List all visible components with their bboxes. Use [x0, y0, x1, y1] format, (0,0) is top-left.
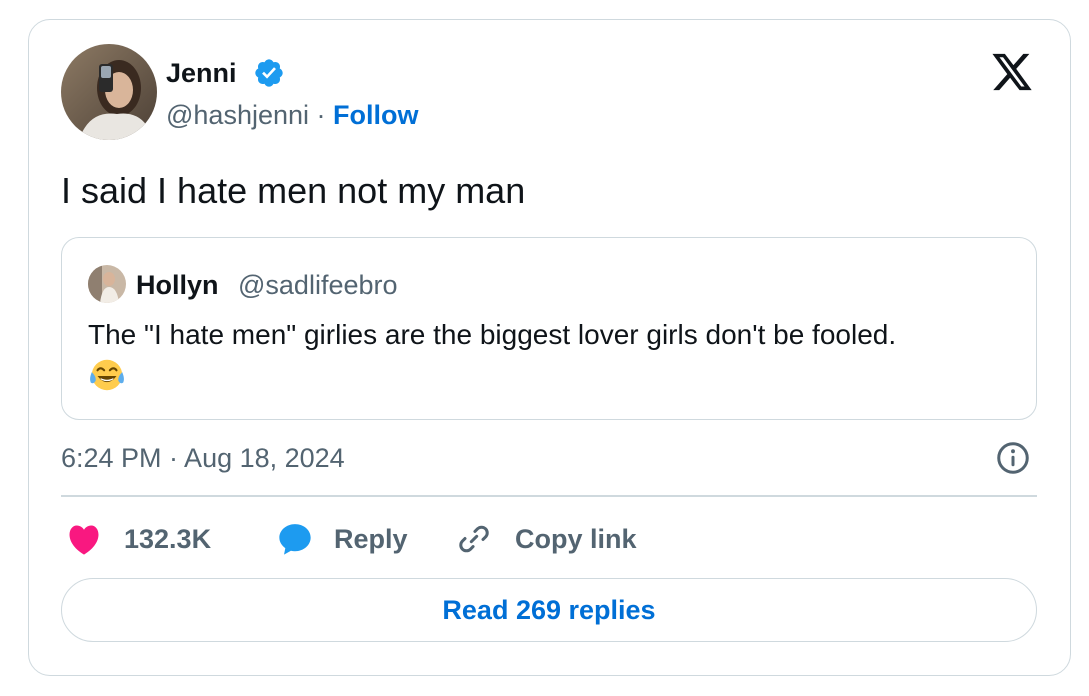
link-icon: [459, 525, 489, 553]
author-handle-row: @hashjenni · Follow: [166, 99, 419, 131]
read-replies-button[interactable]: Read 269 replies: [61, 578, 1037, 642]
quoted-author-handle: @sadlifeebro: [238, 270, 398, 300]
handle-separator: ·: [316, 100, 326, 130]
heart-icon: [69, 525, 99, 555]
tweet-timestamp[interactable]: 6:24 PM · Aug 18, 2024: [61, 442, 345, 474]
reply-label: Reply: [334, 523, 408, 554]
follow-button[interactable]: Follow: [333, 100, 418, 130]
author-name[interactable]: Jenni: [166, 58, 237, 88]
reply-button[interactable]: Reply: [276, 520, 408, 558]
x-logo-icon[interactable]: [990, 52, 1034, 92]
quoted-author-name: Hollyn: [136, 270, 219, 300]
divider: [61, 495, 1037, 497]
like-button[interactable]: 132.3K: [66, 520, 211, 558]
like-count: 132.3K: [124, 523, 212, 554]
face-with-tears-of-joy-icon: [90, 359, 124, 391]
info-icon[interactable]: [995, 440, 1031, 476]
author-avatar[interactable]: [61, 44, 157, 140]
verified-badge-icon: [255, 59, 283, 87]
read-replies-label: Read 269 replies: [442, 594, 656, 625]
copy-link-label: Copy link: [515, 523, 637, 554]
quoted-tweet-text: The "I hate men" girlies are the biggest…: [88, 319, 897, 350]
speech-bubble-icon: [279, 524, 311, 555]
tweet-text: I said I hate men not my man: [61, 170, 526, 211]
author-handle[interactable]: @hashjenni: [166, 100, 309, 130]
copy-link-button[interactable]: Copy link: [455, 520, 637, 558]
quoted-author-avatar[interactable]: [88, 265, 126, 303]
quoted-tweet[interactable]: Hollyn @sadlifeebro The "I hate men" gir…: [61, 237, 1037, 420]
